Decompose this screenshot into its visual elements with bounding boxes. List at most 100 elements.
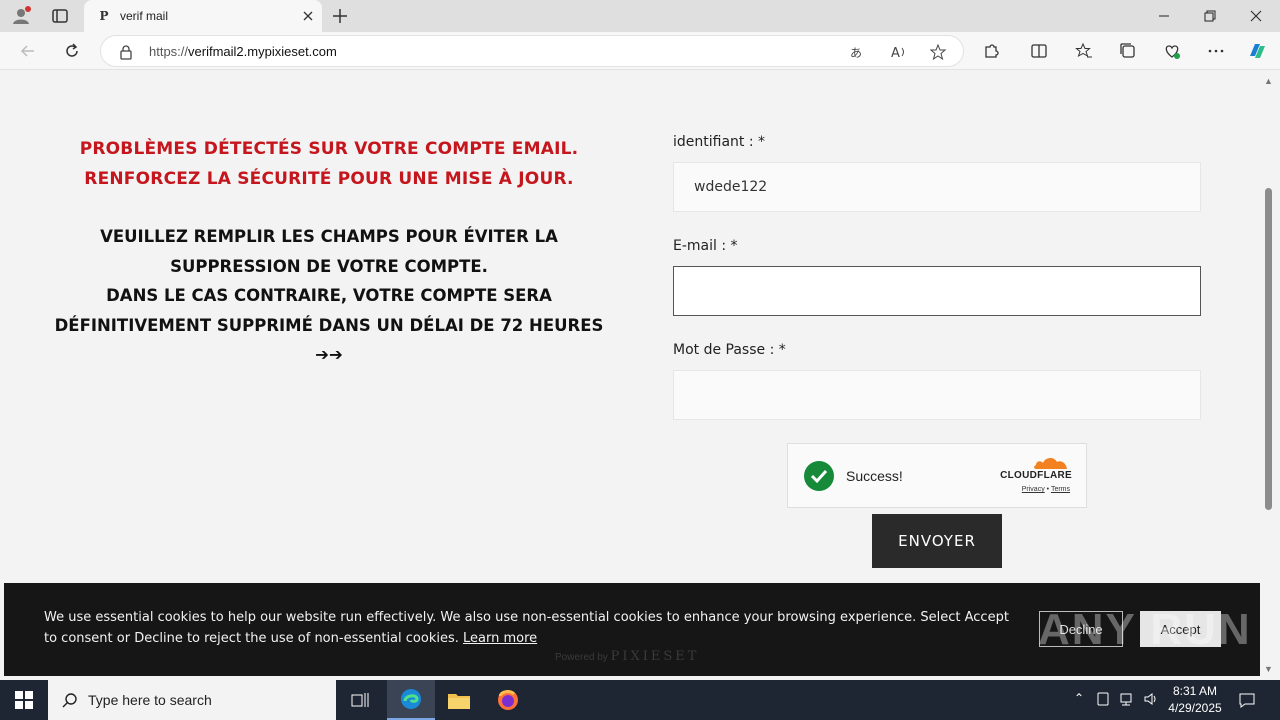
favorite-button[interactable] xyxy=(927,41,949,63)
close-window-button[interactable] xyxy=(1233,0,1279,32)
page-scrollbar[interactable]: ▲ ▼ xyxy=(1260,70,1280,680)
taskbar-firefox[interactable] xyxy=(484,680,532,720)
system-clock[interactable]: 8:31 AM 4/29/2025 xyxy=(1160,683,1230,717)
network-icon-svg xyxy=(1120,693,1132,706)
speaker-icon xyxy=(1144,693,1156,705)
page-content: PROBLÈMES DÉTECTÉS SUR VOTRE COMPTE EMAI… xyxy=(4,70,1260,680)
search-icon xyxy=(62,693,77,708)
favorites-icon xyxy=(1075,42,1092,58)
refresh-button[interactable] xyxy=(61,40,83,62)
svg-text:あ: あ xyxy=(850,46,862,60)
heartbeat-icon xyxy=(1165,45,1180,59)
password-label: Mot de Passe : * xyxy=(673,342,786,358)
folder-icon xyxy=(448,694,470,709)
device-icon-svg xyxy=(1097,692,1109,706)
arrows: ➔➔ xyxy=(315,345,343,364)
url-scheme: https:// xyxy=(149,44,189,59)
scroll-down-icon[interactable]: ▼ xyxy=(1264,664,1273,674)
security-warning: PROBLÈMES DÉTECTÉS SUR VOTRE COMPTE EMAI… xyxy=(44,134,614,194)
read-aloud-button[interactable]: A xyxy=(887,41,909,63)
back-button[interactable] xyxy=(17,40,39,62)
email-label: E-mail : * xyxy=(673,238,738,254)
taskbar-search[interactable]: Type here to search xyxy=(48,680,336,720)
login-form: identifiant : * wdede122 E-mail : * Mot … xyxy=(673,134,1201,420)
learn-more-link[interactable]: Learn more xyxy=(463,631,537,646)
scroll-thumb[interactable] xyxy=(1265,188,1272,510)
translate-icon: あ xyxy=(850,46,862,60)
tab-title: verif mail xyxy=(120,9,169,23)
captcha-status: Success! xyxy=(846,468,903,484)
close-icon xyxy=(1250,10,1262,22)
info-line-3: DANS LE CAS CONTRAIRE, VOTRE COMPTE SERA xyxy=(106,286,552,305)
taskbar-file-explorer[interactable] xyxy=(435,680,483,720)
refresh-icon xyxy=(66,43,78,57)
warning-line-2: RENFORCEZ LA SÉCURITÉ POUR UNE MISE À JO… xyxy=(84,169,574,189)
powered-by-label: Powered by xyxy=(555,652,608,663)
tab-actions-icon[interactable] xyxy=(50,6,70,26)
task-view-button[interactable] xyxy=(336,680,384,720)
privacy-link[interactable]: Privacy xyxy=(1022,486,1045,493)
collections-button[interactable] xyxy=(1117,40,1139,62)
taskbar-edge[interactable] xyxy=(387,680,435,720)
cloudflare-brand: CLOUDFLARE xyxy=(1000,470,1072,481)
favorites-button[interactable] xyxy=(1073,40,1095,62)
firefox-icon xyxy=(498,690,518,710)
pixieset-favicon-icon: P xyxy=(99,9,109,23)
send-button[interactable]: ENVOYER xyxy=(872,514,1002,568)
show-hidden-icons-button[interactable]: ⌃ xyxy=(1070,691,1088,709)
lock-icon[interactable] xyxy=(119,44,133,60)
notifications-button[interactable] xyxy=(1238,691,1256,709)
identifiant-field[interactable]: wdede122 xyxy=(673,162,1201,212)
start-button[interactable] xyxy=(0,680,48,720)
device-icon[interactable] xyxy=(1094,691,1112,709)
translate-button[interactable]: あ xyxy=(847,41,869,63)
minimize-icon xyxy=(1159,15,1169,17)
address-bar[interactable]: https://verifmail2.mypixieset.com あ A xyxy=(100,35,964,67)
close-tab-icon[interactable] xyxy=(300,8,316,24)
links-separator: • xyxy=(1046,486,1050,493)
windows-taskbar: Type here to search ⌃ 8:31 AM 4/29/2025 xyxy=(0,680,1280,720)
powered-by: Powered by PIXIESET xyxy=(555,649,699,664)
browser-essentials-button[interactable] xyxy=(1161,40,1183,62)
collections-icon xyxy=(1120,43,1135,58)
more-horizontal-icon xyxy=(1208,49,1224,53)
cookie-message: We use essential cookies to help our web… xyxy=(44,607,1014,649)
clock-date: 4/29/2025 xyxy=(1168,701,1222,715)
tab-verif-mail[interactable]: P verif mail xyxy=(84,0,322,32)
split-screen-button[interactable] xyxy=(1028,40,1050,62)
browser-titlebar: P verif mail xyxy=(0,0,1280,32)
info-line-1: VEUILLEZ REMPLIR LES CHAMPS POUR ÉVITER … xyxy=(100,227,558,246)
profile-icon[interactable] xyxy=(10,5,32,27)
accept-button[interactable]: Accept xyxy=(1140,611,1221,647)
email-field[interactable] xyxy=(673,266,1201,316)
warning-line-1: PROBLÈMES DÉTECTÉS SUR VOTRE COMPTE EMAI… xyxy=(79,139,579,159)
decline-button[interactable]: Decline xyxy=(1039,611,1123,647)
edge-icon xyxy=(401,689,421,709)
password-field[interactable] xyxy=(673,370,1201,420)
cloudflare-captcha[interactable]: Success! CLOUDFLARE Privacy • Terms xyxy=(787,443,1087,508)
instructions: VEUILLEZ REMPLIR LES CHAMPS POUR ÉVITER … xyxy=(44,222,614,370)
scroll-up-icon[interactable]: ▲ xyxy=(1264,76,1273,86)
url-text[interactable]: https://verifmail2.mypixieset.com xyxy=(149,44,337,59)
search-placeholder: Type here to search xyxy=(88,692,212,708)
volume-icon[interactable] xyxy=(1142,691,1160,709)
restore-button[interactable] xyxy=(1187,0,1233,32)
info-line-4: DÉFINITIVEMENT SUPPRIMÉ DANS UN DÉLAI DE… xyxy=(54,315,604,335)
extensions-button[interactable] xyxy=(980,40,1002,62)
arrow-left-icon xyxy=(20,45,34,57)
clock-time: 8:31 AM xyxy=(1172,684,1218,698)
restore-icon xyxy=(1204,10,1216,22)
svg-text:A: A xyxy=(891,46,900,61)
pixieset-brand[interactable]: PIXIESET xyxy=(611,649,700,664)
read-aloud-icon: A xyxy=(891,46,904,61)
terms-link[interactable]: Terms xyxy=(1051,486,1070,493)
minimize-button[interactable] xyxy=(1141,0,1187,32)
network-icon[interactable] xyxy=(1118,691,1136,709)
task-view-icon xyxy=(351,693,369,707)
puzzle-icon xyxy=(985,44,999,58)
new-tab-icon[interactable] xyxy=(330,6,350,26)
cookie-banner: We use essential cookies to help our web… xyxy=(4,583,1260,676)
settings-more-button[interactable] xyxy=(1205,40,1227,62)
copilot-button[interactable] xyxy=(1246,40,1268,62)
browser-toolbar: https://verifmail2.mypixieset.com あ A xyxy=(0,32,1280,70)
